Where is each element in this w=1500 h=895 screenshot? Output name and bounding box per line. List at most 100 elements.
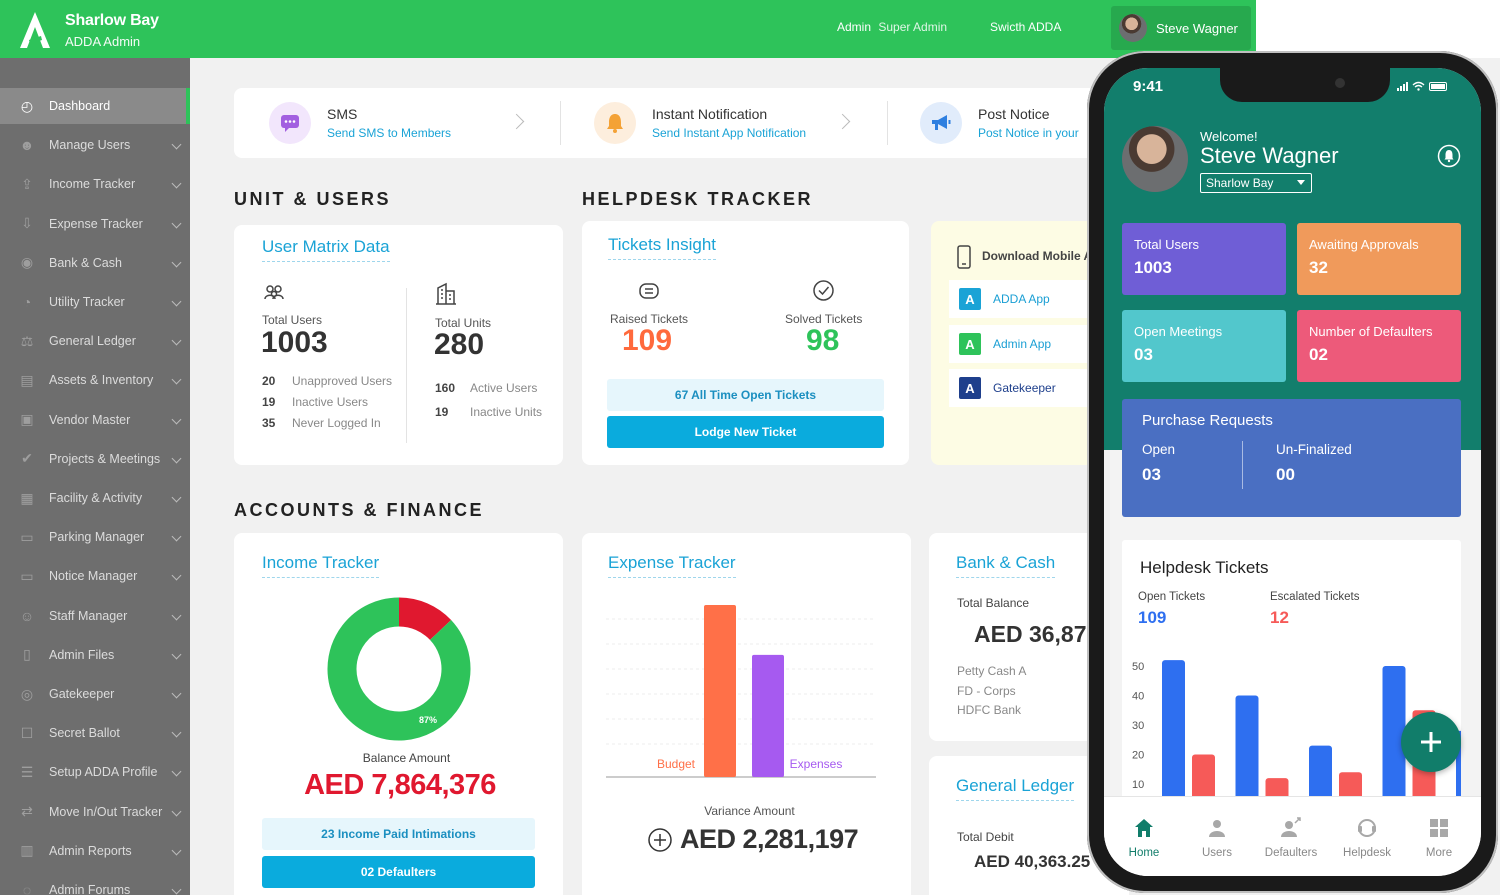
inactive-units-stat[interactable]: 19 Inactive Units: [435, 405, 542, 419]
open-tickets-value: 109: [1138, 608, 1167, 627]
escalated-tickets-label: Escalated Tickets: [1270, 591, 1360, 603]
community-selector[interactable]: Sharlow Bay: [1200, 173, 1312, 193]
chevron-down-icon: [171, 688, 182, 699]
tile-label: Awaiting Approvals: [1309, 237, 1419, 252]
quick-action-sms[interactable]: SMS Send SMS to Members: [234, 88, 560, 158]
tile-label: Total Users: [1134, 237, 1200, 252]
download-apps-card: Download Mobile A A ADDA App A Admin App A…: [931, 221, 1111, 465]
bank-account-item[interactable]: Petty Cash A: [957, 664, 1026, 678]
helpdesk-bar[interactable]: [1192, 754, 1215, 801]
nav-home[interactable]: Home: [1114, 817, 1174, 859]
sidebar-item-gatekeeper[interactable]: ◎ Gatekeeper: [0, 676, 190, 712]
adda-logo-icon[interactable]: [18, 10, 52, 50]
sidebar-item-assets-inventory[interactable]: ▤ Assets & Inventory: [0, 362, 190, 398]
helpdesk-bar[interactable]: [1162, 660, 1185, 800]
sidebar-item-admin-forums[interactable]: ◌ Admin Forums: [0, 872, 190, 895]
nav-helpdesk[interactable]: Helpdesk: [1337, 817, 1397, 859]
inactive-users-stat[interactable]: 19 Inactive Users: [262, 395, 368, 409]
sidebar-item-general-ledger[interactable]: ⚖ General Ledger: [0, 323, 190, 359]
admin-app-link[interactable]: A Admin App: [949, 325, 1099, 363]
sidebar-item-bank-cash[interactable]: ◉ Bank & Cash: [0, 245, 190, 281]
status-icons: [1397, 81, 1447, 91]
nav-users[interactable]: Users: [1187, 817, 1247, 859]
total-balance-value: AED 36,87: [974, 621, 1087, 647]
gatekeeper-app-icon: A: [959, 377, 981, 399]
defaulters-button[interactable]: 02 Defaulters: [262, 856, 535, 888]
lodge-new-ticket-button[interactable]: Lodge New Ticket: [607, 416, 884, 448]
sidebar-item-parking-manager[interactable]: ▭ Parking Manager: [0, 519, 190, 555]
adda-app-link[interactable]: A ADDA App: [949, 280, 1099, 318]
card-title[interactable]: User Matrix Data: [262, 237, 390, 262]
notification-bell-icon[interactable]: [1437, 144, 1461, 168]
sidebar-item-admin-reports[interactable]: ▥ Admin Reports: [0, 833, 190, 869]
card-title[interactable]: Bank & Cash: [956, 553, 1056, 578]
sidebar-item-setup-adda-profile[interactable]: ☰ Setup ADDA Profile: [0, 754, 190, 790]
nav-label: Home: [1128, 847, 1160, 859]
never-logged-in-stat[interactable]: 35 Never Logged In: [262, 416, 381, 430]
income-donut-chart[interactable]: 13%87%: [326, 596, 472, 742]
profile-avatar[interactable]: [1122, 126, 1188, 192]
sidebar-item-manage-users[interactable]: ☻ Manage Users: [0, 127, 190, 163]
helpdesk-bar[interactable]: [1309, 745, 1332, 800]
staff-icon: ☺: [19, 607, 35, 624]
sidebar-item-vendor-master[interactable]: ▣ Vendor Master: [0, 402, 190, 438]
quick-action-notification[interactable]: Instant Notification Send Instant App No…: [561, 88, 887, 158]
nav-label: Helpdesk: [1343, 847, 1391, 859]
expense-icon: ⇩: [21, 215, 33, 232]
card-title[interactable]: Expense Tracker: [608, 553, 736, 578]
defaulters-tile[interactable]: Number of Defaulters 02: [1297, 310, 1461, 382]
ballot-icon: ☐: [20, 724, 34, 741]
open-meetings-tile[interactable]: Open Meetings 03: [1122, 310, 1286, 382]
sidebar-item-facility-activity[interactable]: ▦ Facility & Activity: [0, 480, 190, 516]
gatekeeper-app-link[interactable]: A Gatekeeper: [949, 369, 1099, 407]
sidebar-item-secret-ballot[interactable]: ☐ Secret Ballot: [0, 715, 190, 751]
active-users-stat[interactable]: 160 Active Users: [435, 381, 537, 395]
sidebar-item-label: Secret Ballot: [49, 726, 120, 741]
sidebar-item-staff-manager[interactable]: ☺ Staff Manager: [0, 598, 190, 634]
expense-bar[interactable]: [752, 654, 784, 777]
sidebar-item-utility-tracker[interactable]: ◔ Utility Tracker: [0, 284, 190, 320]
check-icon: ✔: [21, 450, 33, 467]
sidebar-item-move-in-out-tracker[interactable]: ⇄ Move In/Out Tracker: [0, 794, 190, 830]
card-title[interactable]: Income Tracker: [262, 553, 380, 578]
total-users-tile[interactable]: Total Users 1003: [1122, 223, 1286, 295]
solved-tickets-value[interactable]: 98: [806, 324, 839, 358]
card-title[interactable]: General Ledger: [956, 776, 1075, 801]
adda-app-icon: A: [959, 288, 981, 310]
bank-account-item[interactable]: FD - Corps: [957, 684, 1016, 698]
user-menu[interactable]: Steve Wagner: [1111, 6, 1251, 50]
awaiting-approvals-tile[interactable]: Awaiting Approvals 32: [1297, 223, 1461, 295]
sidebar-item-label: Manage Users: [49, 138, 131, 153]
sidebar-item-admin-files[interactable]: ▯ Admin Files: [0, 637, 190, 673]
sidebar-item-dashboard[interactable]: ◴ Dashboard: [0, 88, 190, 124]
fab-add-button[interactable]: [1401, 712, 1461, 772]
chevron-down-icon: [171, 178, 182, 189]
expense-bar[interactable]: [704, 605, 736, 777]
card-title[interactable]: Tickets Insight: [608, 235, 717, 260]
megaphone-icon: [920, 102, 962, 144]
total-units-value: 280: [434, 328, 485, 361]
unapproved-users-stat[interactable]: 20 Unapproved Users: [262, 374, 392, 388]
sidebar-item-expense-tracker[interactable]: ⇩ Expense Tracker: [0, 206, 190, 242]
expense-bar-chart[interactable]: Budget Expenses: [606, 603, 882, 779]
car-icon: ▭: [20, 528, 34, 545]
tile-label: Open Meetings: [1134, 324, 1223, 339]
income-intimations-button[interactable]: 23 Income Paid Intimations: [262, 818, 535, 850]
open-tickets-button[interactable]: 67 All Time Open Tickets: [607, 379, 884, 411]
helpdesk-bar[interactable]: [1235, 695, 1259, 801]
sidebar-item-income-tracker[interactable]: ⇪ Income Tracker: [0, 166, 190, 202]
sidebar-item-projects-meetings[interactable]: ✔ Projects & Meetings: [0, 441, 190, 477]
quick-action-subtitle: Post Notice in your: [978, 126, 1079, 140]
raised-tickets-value[interactable]: 109: [622, 324, 672, 358]
nav-defaulters[interactable]: Defaulters: [1261, 817, 1321, 859]
donut-slice[interactable]: [398, 597, 452, 641]
nav-more[interactable]: More: [1409, 817, 1469, 859]
admin-role-switch[interactable]: Admin Super Admin: [837, 20, 947, 34]
sidebar-item-notice-manager[interactable]: ▭ Notice Manager: [0, 558, 190, 594]
bank-account-item[interactable]: HDFC Bank: [957, 703, 1021, 717]
switch-adda-link[interactable]: Swicth ADDA: [990, 20, 1061, 34]
purchase-requests-card[interactable]: Purchase Requests Open 03 Un-Finalized 0…: [1122, 399, 1461, 517]
sidebar-item-label: Dashboard: [49, 99, 111, 113]
donut-label: 87%: [419, 715, 437, 725]
quick-action-title: Post Notice: [978, 106, 1050, 122]
